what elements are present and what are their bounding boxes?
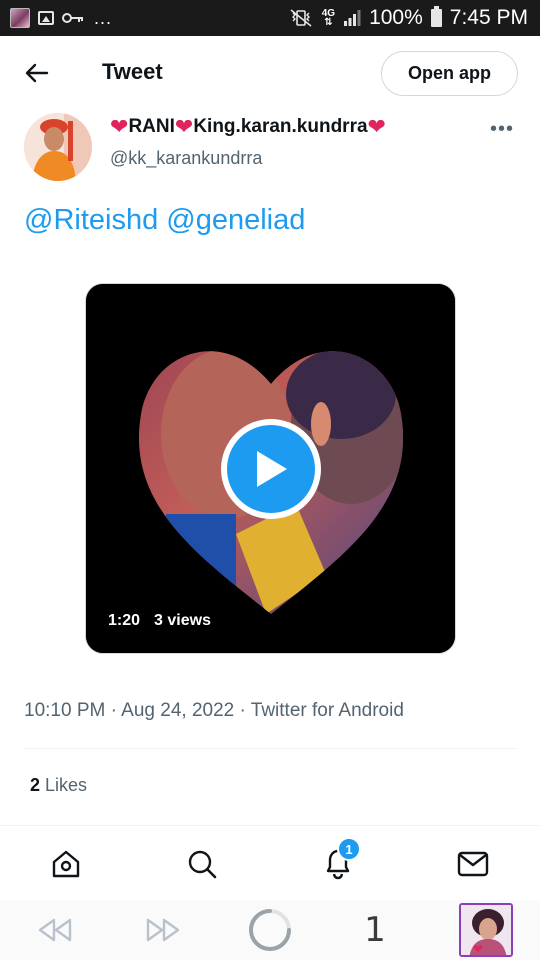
battery-icon [430, 6, 442, 27]
browser-toolbar: 1 ❤ [0, 900, 540, 960]
messages-icon[interactable] [455, 846, 491, 882]
play-icon [257, 451, 287, 487]
battery-percentage: 100% [369, 6, 423, 29]
signal-icon [344, 10, 361, 26]
status-bar: ... 4G ⇅ 100% 7:45 PM [0, 0, 540, 36]
tweet-time[interactable]: 10:10 PM [24, 700, 105, 721]
likes-label: Likes [45, 775, 88, 795]
notification-thumbnail-icon [10, 8, 30, 28]
page-title: Tweet [102, 59, 163, 84]
back-arrow-icon [25, 63, 49, 83]
avatar-image [24, 113, 92, 181]
loading-spinner-icon[interactable] [245, 905, 295, 955]
video-views: 3 views [154, 612, 211, 629]
open-app-button[interactable]: Open app [381, 51, 518, 96]
more-options-icon[interactable]: ••• [490, 118, 514, 141]
red-heart-icon: ❤ [367, 114, 386, 139]
tweet-header: Tweet Open app [0, 36, 540, 112]
video-player[interactable]: 1:20 3 views [85, 283, 456, 654]
bottom-navigation: 1 [0, 825, 540, 900]
network-type-icon: 4G ⇅ [321, 8, 336, 28]
author-handle[interactable]: @kk_karankundrra [110, 148, 262, 169]
tweet-timestamp: 10:10 PM · Aug 24, 2022 · Twitter for An… [24, 700, 404, 721]
more-notifications-icon: ... [94, 7, 113, 28]
author-avatar[interactable] [24, 113, 92, 181]
browser-back-icon[interactable] [30, 905, 80, 955]
tab-count[interactable]: 1 [355, 905, 395, 955]
tab-thumbnail-image: ❤ [461, 905, 511, 956]
tweet-date[interactable]: Aug 24, 2022 [121, 700, 234, 721]
browser-forward-icon[interactable] [138, 905, 188, 955]
tweet-text: @Riteishd @geneliad [24, 204, 305, 237]
status-time: 7:45 PM [449, 6, 528, 29]
notification-badge: 1 [337, 837, 361, 861]
video-duration: 1:20 [108, 612, 141, 629]
home-icon[interactable] [48, 846, 84, 882]
likes-count: 2 [30, 775, 41, 795]
search-icon[interactable] [184, 846, 220, 882]
image-notification-icon [38, 11, 54, 25]
key-icon [62, 13, 83, 23]
tab-switcher-thumbnail[interactable]: ❤ [457, 903, 515, 957]
mention-link[interactable]: @Riteishd [24, 204, 158, 236]
red-heart-icon: ❤ [174, 114, 194, 139]
svg-text:❤: ❤ [473, 942, 483, 956]
vibrate-mute-icon [290, 9, 312, 27]
play-button[interactable] [221, 419, 321, 519]
author-display-name[interactable]: ❤ RANI ❤ King.karan.kundrra ❤ [110, 116, 386, 138]
likes-stat[interactable]: 2 Likes [30, 775, 87, 796]
mention-link[interactable]: @geneliad [166, 204, 305, 236]
red-heart-icon: ❤ [110, 114, 129, 139]
tweet-source: Twitter for Android [250, 700, 404, 721]
video-meta: 1:20 3 views [108, 612, 211, 630]
back-button[interactable] [22, 58, 52, 88]
divider [24, 748, 516, 749]
